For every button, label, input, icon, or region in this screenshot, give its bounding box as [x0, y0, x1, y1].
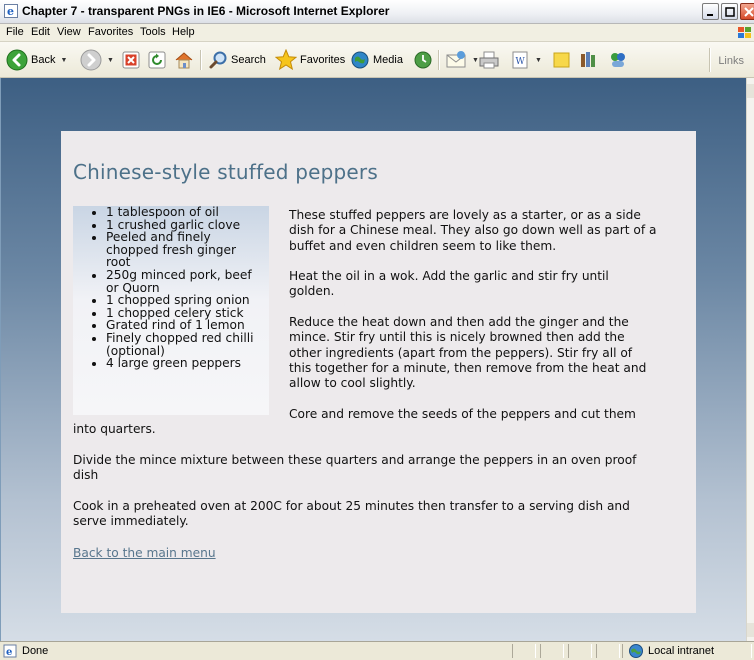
- ingredient-item: Finely chopped red chilli (optional): [106, 332, 256, 357]
- close-button[interactable]: [740, 3, 754, 20]
- mail-icon: [446, 51, 466, 68]
- ingredient-item: 1 chopped spring onion: [106, 294, 269, 307]
- page-heading: Chinese-style stuffed peppers: [73, 160, 378, 184]
- svg-text:W: W: [516, 57, 526, 67]
- intranet-globe-icon: [629, 644, 643, 658]
- ingredients-box: 1 tablespoon of oil 1 crushed garlic clo…: [73, 206, 269, 415]
- back-button[interactable]: Back ▼: [6, 48, 67, 72]
- history-icon: [414, 51, 432, 69]
- discuss-note-icon: [553, 52, 570, 68]
- vertical-scrollbar[interactable]: [746, 78, 754, 641]
- favorites-star-icon: [275, 49, 297, 71]
- ingredient-item: 1 tablespoon of oil: [106, 206, 269, 219]
- page-viewport: Chinese-style stuffed peppers 1 tablespo…: [0, 78, 746, 641]
- menu-view[interactable]: View: [57, 26, 81, 38]
- title-bar[interactable]: e Chapter 7 - transparent PNGs in IE6 - …: [0, 0, 754, 24]
- favorites-button[interactable]: Favorites: [275, 48, 345, 72]
- back-arrow-icon: [6, 49, 28, 71]
- forward-arrow-icon: [80, 49, 102, 71]
- ie-icon: e: [4, 4, 18, 18]
- security-zone: Local intranet: [648, 645, 715, 657]
- menu-edit[interactable]: Edit: [31, 26, 50, 38]
- ingredient-item: 250g minced pork, beef or Quorn: [106, 269, 256, 294]
- status-bar: e Done Local intranet: [0, 641, 754, 660]
- edit-button[interactable]: W ▼: [510, 48, 542, 72]
- menu-file[interactable]: File: [6, 26, 24, 38]
- step-paragraph: Core and remove the seeds of the peppers…: [73, 407, 636, 437]
- favorites-label: Favorites: [300, 54, 346, 66]
- media-label: Media: [373, 54, 403, 66]
- print-icon: [479, 51, 499, 69]
- research-books-icon: [581, 52, 595, 67]
- search-label: Search: [231, 54, 266, 66]
- step-paragraph: Heat the oil in a wok. Add the garlic an…: [289, 269, 609, 299]
- print-button[interactable]: [478, 48, 500, 72]
- forward-dropdown-icon[interactable]: ▼: [107, 57, 114, 64]
- menu-bar: File Edit View Favorites Tools Help: [0, 24, 754, 42]
- forward-button[interactable]: ▼: [80, 48, 114, 72]
- ingredients-list: 1 tablespoon of oil 1 crushed garlic clo…: [73, 206, 269, 370]
- step-paragraph: Divide the mince mixture between these q…: [73, 453, 637, 483]
- search-icon: [209, 51, 227, 69]
- refresh-icon: [148, 51, 166, 69]
- maximize-button[interactable]: [721, 3, 738, 20]
- step-paragraph: Reduce the heat down and then add the gi…: [289, 315, 647, 391]
- content-panel: Chinese-style stuffed peppers 1 tablespo…: [61, 131, 696, 613]
- step-paragraph: Cook in a preheated oven at 200C for abo…: [73, 499, 630, 529]
- window-title: Chapter 7 - transparent PNGs in IE6 - Mi…: [22, 4, 390, 18]
- edit-dropdown-icon[interactable]: ▼: [535, 57, 542, 64]
- home-button[interactable]: [174, 48, 194, 72]
- word-edit-icon: W: [512, 51, 528, 69]
- ingredient-item: 4 large green peppers: [106, 357, 269, 370]
- scroll-down-button[interactable]: [747, 623, 754, 637]
- svg-text:e: e: [7, 5, 14, 18]
- stop-button[interactable]: [122, 48, 140, 72]
- back-label: Back: [31, 54, 56, 66]
- windows-logo-icon: [738, 27, 751, 38]
- media-button[interactable]: Media: [350, 48, 403, 72]
- page-done-icon: e: [3, 644, 17, 658]
- minimize-icon: [707, 14, 713, 16]
- back-dropdown-icon[interactable]: ▼: [60, 57, 67, 64]
- ingredient-item: Peeled and finely chopped fresh ginger r…: [106, 231, 241, 269]
- back-to-menu-link[interactable]: Back to the main menu: [73, 546, 216, 560]
- intro-paragraph: These stuffed peppers are lovely as a st…: [289, 208, 657, 253]
- menu-help[interactable]: Help: [172, 26, 195, 38]
- scroll-up-button[interactable]: [747, 84, 754, 98]
- menu-tools[interactable]: Tools: [140, 26, 166, 38]
- maximize-icon: [725, 7, 735, 17]
- close-icon: [744, 7, 754, 17]
- stop-icon: [122, 51, 140, 69]
- messenger-icon: [611, 53, 625, 67]
- svg-text:e: e: [6, 647, 12, 658]
- status-text: Done: [22, 645, 49, 657]
- home-icon: [175, 52, 193, 69]
- mail-button[interactable]: ▼: [445, 48, 479, 72]
- toolbar: Back ▼ ▼ Search Favorites Media ▼ W ▼ Li…: [0, 42, 754, 78]
- minimize-button[interactable]: [702, 3, 719, 20]
- research-button[interactable]: [578, 48, 600, 72]
- links-button[interactable]: Links: [718, 55, 744, 67]
- messenger-button[interactable]: [607, 48, 629, 72]
- history-button[interactable]: [413, 48, 433, 72]
- discuss-button[interactable]: [552, 48, 572, 72]
- menu-favorites[interactable]: Favorites: [88, 26, 133, 38]
- refresh-button[interactable]: [148, 48, 166, 72]
- search-button[interactable]: Search: [208, 48, 266, 72]
- media-globe-icon: [351, 51, 369, 69]
